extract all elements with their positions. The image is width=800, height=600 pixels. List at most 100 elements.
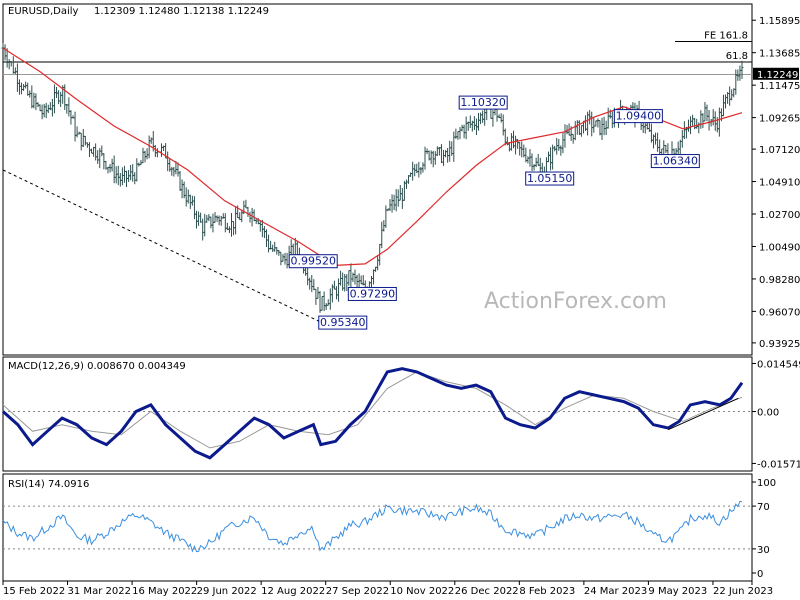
price-bar (738, 65, 742, 81)
price-bar (22, 83, 26, 91)
price-bar (695, 118, 699, 129)
price-bar (13, 67, 17, 74)
price-bar (464, 116, 468, 140)
price-bar (283, 252, 287, 265)
price-bar (689, 116, 693, 135)
price-bar (273, 241, 277, 252)
x-tick-label: 26 Dec 2022 (455, 586, 519, 597)
price-bar (17, 79, 21, 95)
price-bar (561, 132, 565, 154)
x-tick-label: 15 Feb 2022 (3, 586, 65, 597)
price-bar (203, 213, 207, 237)
price-bar (153, 145, 157, 158)
price-bar (643, 123, 647, 134)
price-bar (384, 205, 388, 228)
price-bar (481, 110, 485, 123)
price-bar (528, 149, 532, 167)
price-bar (421, 162, 425, 173)
price-bar (199, 212, 203, 223)
price-bar (100, 145, 104, 157)
price-bar (11, 56, 15, 74)
price-y-tick-label: 1.13685 (759, 49, 800, 60)
price-bar (92, 146, 96, 157)
price-bar (238, 212, 242, 221)
price-bar (110, 158, 114, 172)
price-bar (194, 210, 198, 229)
price-bar (724, 94, 728, 109)
price-bar (736, 69, 740, 81)
level-label-text: 0.97290 (350, 287, 396, 300)
price-bar (573, 121, 577, 141)
price-bar (398, 185, 402, 201)
price-bar (308, 277, 312, 290)
price-bar (192, 196, 196, 220)
price-bar (433, 151, 437, 165)
price-bar (462, 124, 466, 139)
price-bar (361, 274, 365, 286)
x-tick-label: 29 Jun 2022 (197, 586, 257, 597)
price-bar (326, 299, 330, 306)
price-bar (452, 131, 456, 162)
price-bar (73, 111, 77, 142)
panel-frame-1 (2, 356, 753, 472)
rsi-y-tick-label: 30 (757, 545, 770, 556)
price-bar (83, 135, 87, 146)
price-bar (334, 286, 338, 300)
price-bar (147, 135, 151, 159)
price-bar (349, 263, 353, 288)
price-bar (118, 172, 122, 187)
level-label: 1.09400 (613, 109, 663, 124)
price-bar (699, 110, 703, 129)
macd-panel: 0.014549 0.00 -0.015712 (2, 359, 800, 470)
price-y-tick-label: 1.15895 (759, 16, 800, 27)
price-bar (526, 156, 530, 164)
price-bar (530, 153, 534, 172)
price-bar (590, 111, 594, 137)
price-bar (579, 125, 583, 137)
price-bar (170, 166, 174, 176)
price-bar (279, 251, 283, 266)
price-bar (680, 130, 684, 148)
price-bar (186, 189, 190, 204)
price-bar (112, 155, 116, 184)
price-bar (359, 275, 363, 285)
price-bar (232, 220, 236, 236)
price-bar (701, 113, 705, 128)
rsi-title: RSI(14) 74.0916 (8, 479, 89, 490)
price-bar (172, 166, 176, 177)
price-bar (598, 120, 602, 136)
level-label-text: 0.99520 (290, 255, 336, 268)
level-label: 1.06340 (650, 154, 700, 169)
macd-line (2, 367, 744, 460)
price-bar (456, 131, 460, 140)
price-y-tick-label: 1.07120 (759, 145, 800, 156)
price-bar (114, 166, 118, 184)
price-bar (57, 90, 61, 105)
price-bar (390, 194, 394, 213)
level-label: 1.10320 (458, 95, 508, 110)
price-bar (557, 139, 561, 151)
price-bar (79, 132, 83, 151)
price-bar (129, 164, 133, 181)
price-bar (32, 92, 36, 109)
price-bar (372, 269, 376, 285)
price-bar (271, 244, 275, 252)
price-bar (404, 179, 408, 190)
price-y-tick-label: 1.00490 (759, 242, 800, 253)
price-bar (197, 211, 201, 226)
price-bar (691, 114, 695, 126)
price-bar (442, 149, 446, 166)
price-bar (209, 216, 213, 229)
price-bar (67, 97, 71, 117)
price-bar (318, 291, 322, 313)
price-bar (3, 44, 7, 61)
level-label-text: 1.09400 (616, 110, 662, 123)
price-bar (439, 144, 443, 164)
price-y-tick-label: 0.93925 (759, 339, 800, 350)
price-bar (168, 158, 172, 172)
price-bar (188, 194, 192, 209)
price-bar (477, 112, 481, 131)
price-bar (721, 94, 725, 117)
price-bar (514, 135, 518, 155)
price-bar (559, 145, 563, 156)
